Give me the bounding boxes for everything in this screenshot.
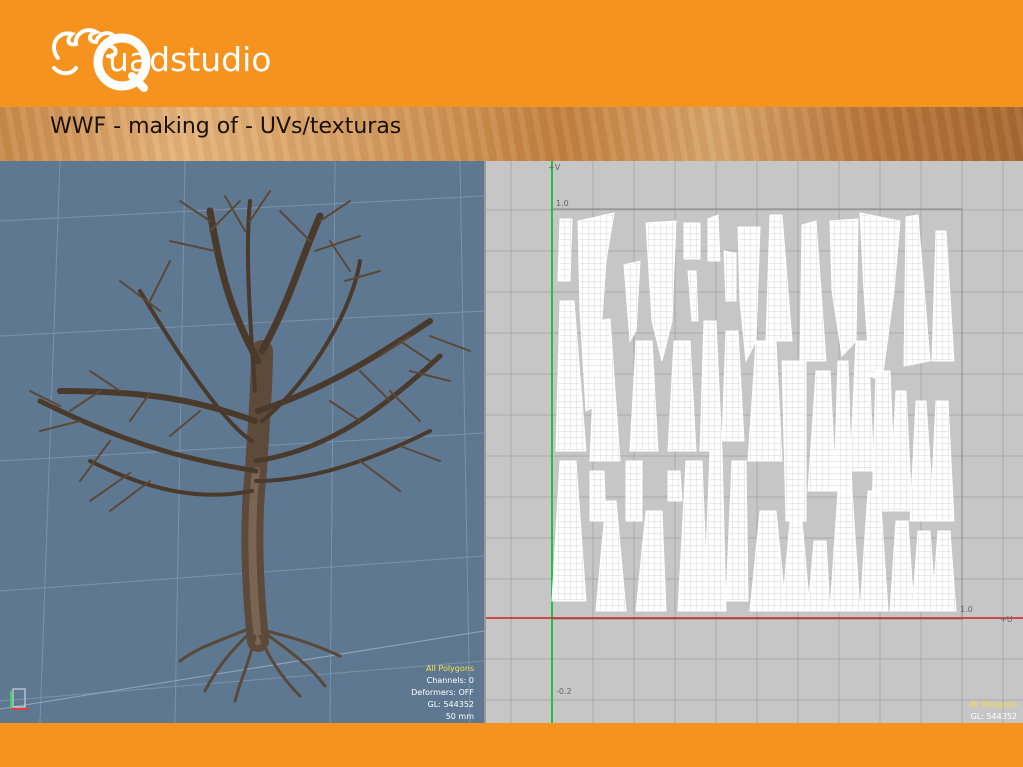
deformers-readout: Deformers: OFF [411,688,474,697]
viewport-info-panel: All Polygons Channels: 0 Deformers: OFF … [411,663,474,723]
channels-readout: Channels: 0 [426,676,474,685]
slide-title: WWF - making of - UVs/texturas [50,114,402,139]
tree-model [29,190,471,703]
header-bar: uadstudio [0,0,1023,107]
perspective-viewport[interactable]: All Polygons Channels: 0 Deformers: OFF … [0,161,484,723]
uv-editor-viewport[interactable]: +V 1.0 1.0 +U -0.2 All Polygons GL: 5443… [484,161,1023,723]
uv-info-panel: All Polygons GL: 544352 [969,699,1017,723]
axis-gizmo-icon [10,688,28,710]
u-axis-label: +U [1000,615,1013,624]
brand-wordmark: uadstudio [108,40,272,79]
v-axis-label: +V [548,163,561,172]
uv-islands [551,212,957,612]
footer-bar [0,723,1023,767]
v-bottom-tick: -0.2 [556,687,572,696]
gl-readout: GL: 544352 [427,700,474,709]
uv-selection-mode: All Polygons [968,700,1017,709]
uv-gl-readout: GL: 544352 [970,712,1017,721]
units-readout: 50 mm [445,712,474,721]
selection-mode: All Polygons [425,664,474,673]
u-right-tick: 1.0 [960,605,973,614]
v-top-tick: 1.0 [556,199,569,208]
